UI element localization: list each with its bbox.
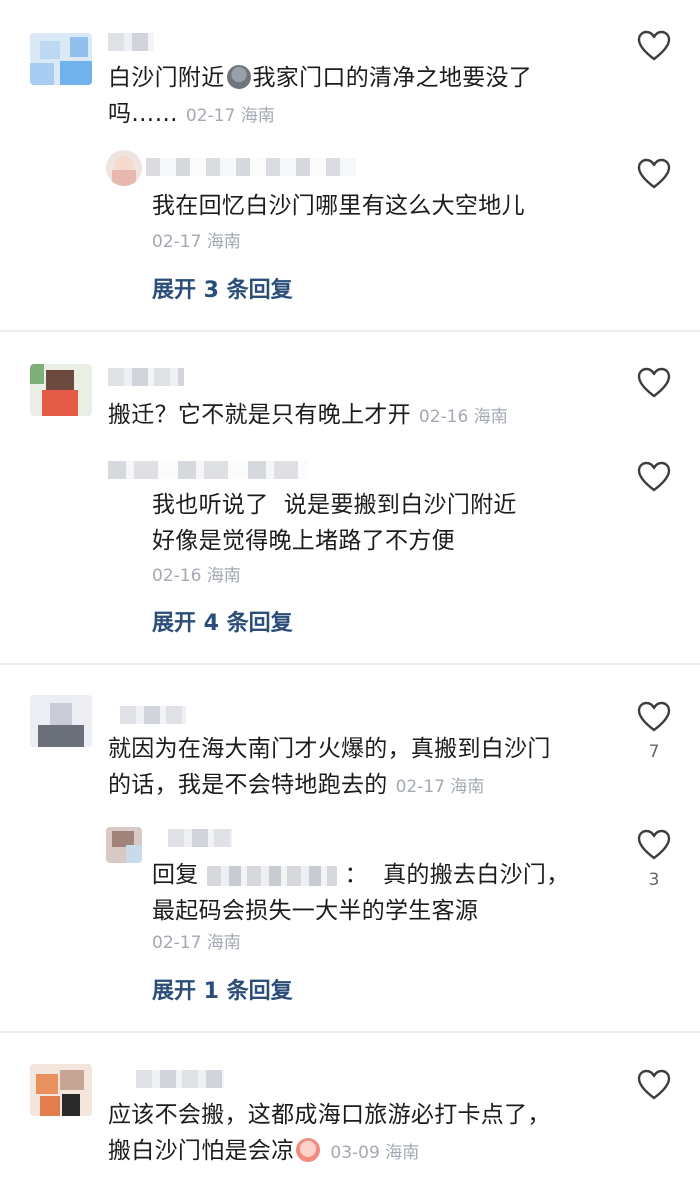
mentioned-username[interactable] xyxy=(206,865,337,886)
divider xyxy=(0,330,700,332)
reply-date: 02-17 xyxy=(152,933,202,953)
avatar[interactable] xyxy=(30,1064,92,1116)
avatar[interactable] xyxy=(106,827,142,863)
username[interactable] xyxy=(146,158,356,176)
comment-text-line: 就因为在海大南门才火爆的，真搬到白沙门 xyxy=(108,736,551,762)
reply-text-line: ： 真的搬去白沙门， xyxy=(344,862,570,888)
username[interactable] xyxy=(108,461,308,479)
reply-text: 我也听说了 说是要搬到白沙门附近 好像是觉得晚上堵路了不方便 xyxy=(152,487,622,559)
heart-outline-icon[interactable] xyxy=(637,1069,671,1101)
comment-text: 应该不会搬，这都成海口旅游必打卡点了， 搬白沙门怕是会凉 03-09 海南 xyxy=(108,1097,628,1171)
reply-location: 海南 xyxy=(206,933,241,953)
comment-text-part: 搬迁？它不就是只有晚上才开 xyxy=(108,402,411,428)
comment-location: 海南 xyxy=(450,777,485,797)
username[interactable] xyxy=(168,829,232,847)
username[interactable] xyxy=(120,706,186,724)
comment-date: 02-16 xyxy=(418,407,469,427)
heart-outline-icon[interactable] xyxy=(637,367,671,399)
like-count: 3 xyxy=(648,870,660,890)
heart-outline-icon[interactable] xyxy=(637,829,671,861)
comment-location: 海南 xyxy=(240,106,275,126)
reply-text: 回复 ： 真的搬去白沙门， 最起码会损失一大半的学生客源 xyxy=(152,857,622,929)
expand-replies-link[interactable]: 展开 1 条回复 xyxy=(152,973,293,1005)
avatar[interactable] xyxy=(106,150,142,186)
comment-text-part: 白沙门附近 xyxy=(108,65,225,91)
reply-location: 海南 xyxy=(206,566,241,586)
comment-text-part: 吗…… xyxy=(108,101,178,127)
divider xyxy=(0,663,700,665)
reply-location: 海南 xyxy=(206,232,241,252)
username[interactable] xyxy=(108,368,184,386)
reply-text: 我在回忆白沙门哪里有这么大空地儿 xyxy=(152,193,525,219)
expand-replies-link[interactable]: 展开 4 条回复 xyxy=(152,605,293,637)
comment-date: 02-17 xyxy=(185,106,236,126)
avatar[interactable] xyxy=(30,364,92,416)
avatar[interactable] xyxy=(30,33,92,85)
comment-text: 白沙门附近 我家门口的清净之地要没了 吗…… 02-17 海南 xyxy=(108,60,628,134)
expand-replies-link[interactable]: 展开 3 条回复 xyxy=(152,272,293,304)
heart-outline-icon[interactable] xyxy=(637,701,671,733)
username[interactable] xyxy=(136,1070,224,1088)
reply-text-line: 好像是觉得晚上堵路了不方便 xyxy=(152,528,455,554)
comment-text-line: 的话，我是不会特地跑去的 xyxy=(108,772,388,798)
divider xyxy=(0,1031,700,1033)
crying-face-emoji xyxy=(296,1138,321,1162)
reply-text-line: 我也听说了 说是要搬到白沙门附近 xyxy=(152,492,517,518)
comment-text-line: 应该不会搬，这都成海口旅游必打卡点了， xyxy=(108,1102,551,1128)
comment-location: 海南 xyxy=(385,1143,420,1163)
heart-outline-icon[interactable] xyxy=(637,158,671,190)
comment-text: 搬迁？它不就是只有晚上才开 02-16 海南 xyxy=(108,397,628,435)
reply-text-line: 最起码会损失一大半的学生客源 xyxy=(152,898,479,924)
comment-text: 就因为在海大南门才火爆的，真搬到白沙门 的话，我是不会特地跑去的 02-17 海南 xyxy=(108,731,628,805)
avatar[interactable] xyxy=(30,695,92,747)
comment-location: 海南 xyxy=(473,407,508,427)
reply-date: 02-17 xyxy=(152,232,202,252)
reply-prefix: 回复 xyxy=(152,862,199,888)
comment-date: 02-17 xyxy=(395,777,446,797)
poop-emoji xyxy=(226,65,251,89)
comment-text-line: 搬白沙门怕是会凉 xyxy=(108,1138,295,1164)
username[interactable] xyxy=(108,33,154,51)
heart-outline-icon[interactable] xyxy=(637,461,671,493)
reply-date: 02-16 xyxy=(152,566,202,586)
heart-outline-icon[interactable] xyxy=(637,30,671,62)
comment-date: 03-09 xyxy=(330,1143,380,1163)
like-count: 7 xyxy=(648,742,660,762)
comment-text-part: 我家门口的清净之地要没了 xyxy=(252,65,533,91)
